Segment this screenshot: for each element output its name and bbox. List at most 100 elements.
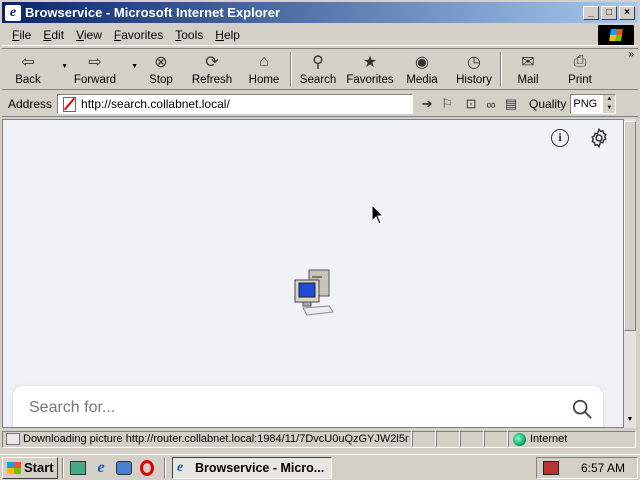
search-icon[interactable] (571, 398, 593, 420)
system-tray: 6:57 AM (536, 456, 638, 479)
spinner-arrows-icon[interactable]: ▲ ▼ (603, 95, 616, 113)
download-page-icon (6, 433, 20, 445)
home-button[interactable]: ⌂ Home (238, 49, 290, 89)
page-viewport[interactable]: i Search for... (2, 119, 624, 428)
forward-dropdown[interactable]: ▼ (124, 49, 138, 89)
refresh-button[interactable]: ⟳ Refresh (186, 49, 238, 89)
taskbar-separator (164, 457, 166, 478)
window-title: Browservice - Microsoft Internet Explore… (25, 5, 281, 20)
windows-logo-icon (7, 461, 21, 474)
window-controls: _ □ × (583, 5, 635, 20)
back-button[interactable]: ⇦ Back (2, 49, 54, 89)
settings-gear-icon[interactable] (588, 127, 610, 149)
security-zone-cell: Internet (508, 430, 636, 448)
taskbar-separator (62, 457, 64, 478)
minimize-button[interactable]: _ (583, 5, 599, 20)
stop-button[interactable]: ⊗ Stop (136, 49, 186, 89)
ie-icon[interactable]: e (5, 4, 21, 21)
ie-icon: e (177, 459, 184, 475)
forward-arrow-icon: ⇨ (88, 54, 102, 71)
quality-label: Quality (529, 97, 567, 111)
search-globe-icon: ⚲ (312, 54, 324, 71)
mail-button[interactable]: ✉ Mail (502, 49, 554, 89)
media-icon: ◉ (415, 54, 429, 71)
menu-help[interactable]: Help (209, 28, 246, 42)
start-button[interactable]: Start (2, 456, 58, 479)
menu-bar: File Edit View Favorites Tools Help (2, 24, 638, 46)
scroll-down-arrow-icon[interactable]: ▼ (624, 414, 636, 426)
address-label: Address (8, 97, 53, 111)
back-arrow-icon: ⇦ (21, 54, 35, 71)
zone-label: Internet (530, 433, 568, 445)
ie-icon: e (97, 458, 105, 476)
status-cell (460, 430, 484, 448)
menu-view[interactable]: View (70, 28, 108, 42)
status-text-cell: Downloading picture http://router.collab… (2, 430, 412, 448)
quality-value: PNG (573, 98, 598, 110)
clock[interactable]: 6:57 AM (581, 461, 625, 475)
search-input[interactable]: Search for... (29, 399, 115, 417)
status-cell (436, 430, 460, 448)
computer-loading-icon (294, 269, 334, 316)
browser-window: e Browservice - Microsoft Internet Explo… (0, 0, 640, 454)
bookmark-button[interactable]: ⚐ (437, 94, 457, 114)
vertical-scrollbar[interactable]: ▼ (624, 119, 636, 428)
print-button[interactable]: ⎙ Print (554, 49, 606, 89)
mail-icon: ✉ (521, 54, 535, 71)
back-dropdown[interactable]: ▼ (54, 49, 68, 89)
search-box[interactable]: Search for... (13, 386, 603, 427)
media-button[interactable]: ◉ Media (396, 49, 448, 89)
stop-icon: ⊗ (154, 54, 168, 71)
menu-file[interactable]: File (6, 28, 37, 42)
quicklaunch-desktop[interactable] (68, 458, 88, 478)
bookmark-icon: ⚐ (441, 96, 453, 111)
address-url: http://search.collabnet.local/ (81, 97, 230, 111)
broken-page-icon (61, 96, 77, 112)
taskbar: Start e e Browservice - Micro... 6:57 AM (0, 454, 640, 480)
menu-favorites[interactable]: Favorites (108, 28, 169, 42)
menu-tools[interactable]: Tools (169, 28, 209, 42)
search-button[interactable]: ⚲ Search (292, 49, 344, 89)
clipboard-button[interactable]: ▤ (501, 94, 521, 114)
find-button[interactable]: ⊡ (461, 94, 481, 114)
status-cell (484, 430, 508, 448)
refresh-icon: ⟳ (205, 54, 219, 71)
menu-edit[interactable]: Edit (37, 28, 70, 42)
status-bar: Downloading picture http://router.collab… (2, 430, 638, 448)
quality-select[interactable]: PNG ▲ ▼ (570, 94, 617, 114)
close-button[interactable]: × (619, 5, 635, 20)
address-input[interactable]: http://search.collabnet.local/ (57, 94, 414, 114)
quicklaunch-network[interactable] (114, 458, 134, 478)
mouse-pointer-icon (371, 204, 385, 225)
scrollbar-thumb[interactable] (624, 121, 636, 331)
title-bar[interactable]: e Browservice - Microsoft Internet Explo… (2, 2, 638, 23)
tray-app-icon[interactable] (543, 460, 559, 475)
arrow-right-icon: ➔ (421, 96, 433, 111)
binoculars-button[interactable]: ∞ (481, 94, 501, 114)
toolbar-chevron-icon[interactable]: » (628, 49, 634, 60)
desktop-icon (70, 460, 86, 475)
history-icon: ◷ (467, 54, 481, 71)
info-icon[interactable]: i (551, 129, 569, 147)
favorites-button[interactable]: ★ Favorites (344, 49, 396, 89)
printer-icon: ⎙ (573, 53, 587, 70)
internet-globe-icon (513, 432, 526, 446)
taskbar-item-browservice[interactable]: e Browservice - Micro... (172, 456, 332, 479)
quicklaunch-opera[interactable] (137, 458, 157, 478)
opera-icon (140, 459, 154, 476)
history-button[interactable]: ◷ History (448, 49, 500, 89)
network-icon (116, 460, 132, 475)
go-arrow-button[interactable]: ➔ (417, 94, 437, 114)
home-icon: ⌂ (259, 53, 269, 70)
windows-logo-icon (598, 25, 634, 45)
find-icon: ⊡ (465, 96, 477, 111)
favorites-folder-icon: ★ (362, 54, 378, 71)
binoculars-icon: ∞ (486, 96, 496, 112)
status-cell (412, 430, 436, 448)
quicklaunch-ie[interactable]: e (91, 458, 111, 478)
clipboard-icon: ▤ (504, 96, 518, 111)
standard-toolbar: ⇦ Back ▼ ⇨ Forward ▼ ⊗ Stop ⟳ Refresh ⌂ … (2, 48, 638, 90)
forward-button[interactable]: ⇨ Forward (66, 49, 124, 89)
status-text: Downloading picture http://router.collab… (23, 433, 409, 445)
maximize-button[interactable]: □ (601, 5, 617, 20)
